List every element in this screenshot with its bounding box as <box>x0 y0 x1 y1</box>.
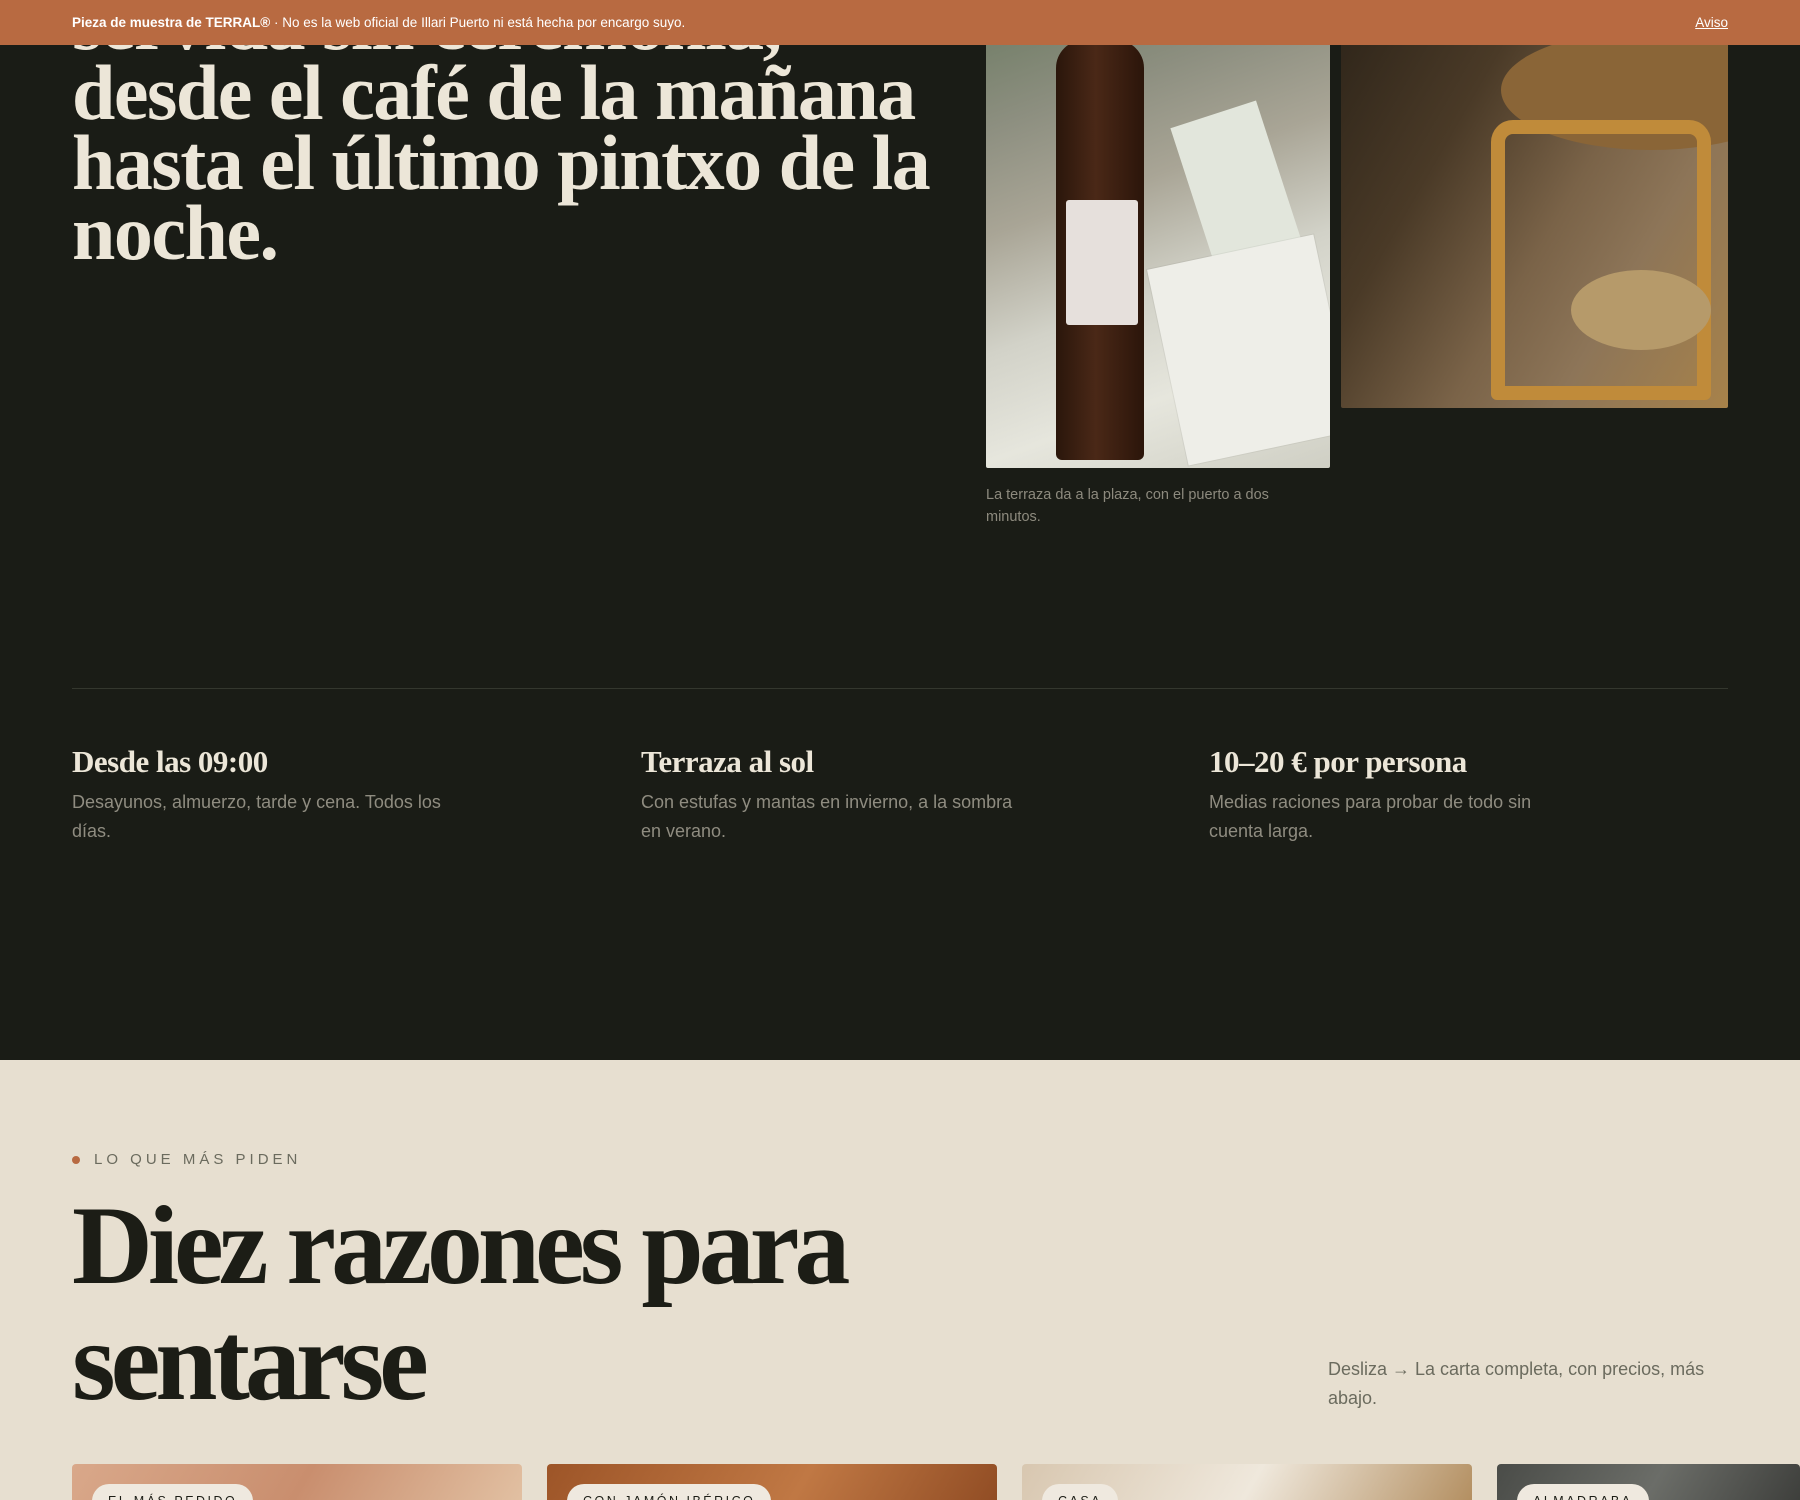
feature-title: 10–20 € por persona <box>1209 744 1467 779</box>
dish-tag: CASA <box>1042 1484 1119 1500</box>
photo-detail-chair-seat <box>1571 270 1711 350</box>
terrace-photo <box>986 0 1330 468</box>
photo-caption: La terraza da a la plaza, con el puerto … <box>986 487 1269 525</box>
dish-tag: EL MÁS PEDIDO <box>92 1484 254 1500</box>
photo-detail-chair <box>1491 120 1711 400</box>
dish-card[interactable]: CASA <box>1022 1464 1472 1500</box>
hero-section: servida sin ceremonia, desde el café de … <box>0 0 1800 1060</box>
section-eyebrow: LO QUE MÁS PIDEN <box>72 1151 301 1168</box>
feature-text: Desayunos, almuerzo, tarde y cena. Todos… <box>72 792 441 841</box>
section-divider <box>72 688 1728 689</box>
banner-brand: Pieza de muestra de TERRAL® <box>72 15 271 30</box>
feature-text: Con estufas y mantas en invierno, a la s… <box>641 792 1013 841</box>
dish-card[interactable]: EL MÁS PEDIDO <box>72 1464 522 1500</box>
dish-tag: CON JAMÓN IBÉRICO <box>567 1484 772 1500</box>
interior-photo <box>1341 0 1728 408</box>
sample-notice-banner: Pieza de muestra de TERRAL® · No es la w… <box>0 0 1800 45</box>
banner-notice-text: · No es la web oficial de Illari Puerto … <box>270 15 686 30</box>
aviso-link[interactable]: Aviso <box>1695 15 1728 30</box>
scroll-hint: Desliza → La carta completa, con precios… <box>1328 1359 1705 1408</box>
feature-title: Desde las 09:00 <box>72 744 268 779</box>
banner-notice: Pieza de muestra de TERRAL® · No es la w… <box>72 15 685 30</box>
dish-tag: ALMADRABA <box>1517 1484 1649 1500</box>
dish-card[interactable]: ALMADRABA <box>1497 1464 1800 1500</box>
eyebrow-label: LO QUE MÁS PIDEN <box>94 1151 302 1168</box>
feature-text: Medias raciones para probar de todo sin … <box>1209 792 1532 841</box>
photo-detail-bottle-label <box>1066 200 1138 325</box>
feature-hours: Desde las 09:00 Desayunos, almuerzo, tar… <box>72 742 472 846</box>
feature-price: 10–20 € por persona Medias raciones para… <box>1209 742 1609 846</box>
dish-card[interactable]: CON JAMÓN IBÉRICO <box>547 1464 997 1500</box>
feature-terrace: Terraza al sol Con estufas y mantas en i… <box>641 742 1041 846</box>
feature-title: Terraza al sol <box>641 744 814 779</box>
photo-detail-menu <box>1147 234 1330 466</box>
accent-dot-icon <box>72 1155 80 1164</box>
section-title: Diez razones para sentarse <box>72 1184 850 1424</box>
popular-section: LO QUE MÁS PIDEN Diez razones para senta… <box>0 1060 1800 1500</box>
